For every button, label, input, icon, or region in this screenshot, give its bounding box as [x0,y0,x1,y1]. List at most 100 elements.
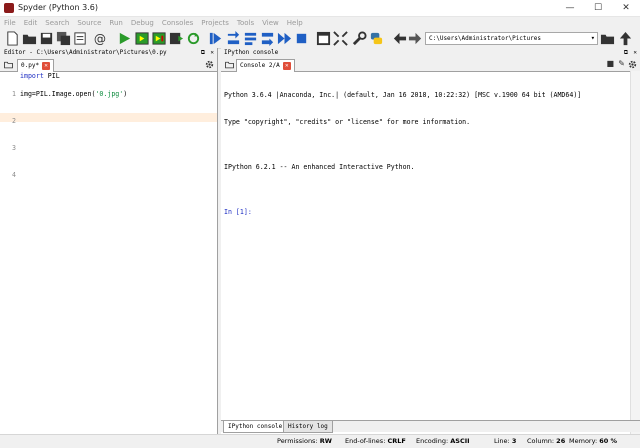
fullscreen-icon[interactable] [333,31,348,46]
window-title: Spyder (Python 3.6) [18,3,98,12]
line-number: 4 [12,171,16,179]
status-value: CRLF [387,437,406,445]
step-into-icon[interactable] [243,31,258,46]
menu-consoles[interactable]: Consoles [158,17,197,29]
status-label: Memory: [569,437,598,445]
editor-title: Editor - C:\Users\Administrator\Pictures… [4,49,167,56]
menu-source[interactable]: Source [73,17,105,29]
run-cell-advance-icon[interactable] [152,31,167,46]
status-memory: Memory: 60 % [569,435,617,448]
line-number: 1 [12,90,16,98]
console-scrollbar[interactable] [630,71,640,434]
menu-projects[interactable]: Projects [197,17,233,29]
run-selection-icon[interactable] [169,31,184,46]
menu-run[interactable]: Run [105,17,126,29]
console-line: Python 3.6.4 |Anaconda, Inc.| (default, … [224,91,582,99]
close-window-button[interactable]: ✕ [612,0,640,17]
console-line: IPython 6.2.1 -- An enhanced Interactive… [224,163,415,171]
maximize-button[interactable]: ☐ [584,0,612,17]
tab-label: Console 2/A [240,62,280,69]
menu-help[interactable]: Help [283,17,307,29]
email-icon[interactable]: @ [92,31,107,46]
keyword: import [20,72,44,80]
run-icon[interactable] [117,31,132,46]
status-eol: End-of-lines: CRLF [345,435,406,448]
browse-tabs-icon[interactable] [225,60,234,69]
status-label: Column: [527,437,555,445]
minimize-button[interactable]: — [556,0,584,17]
undock-icon[interactable]: ⧉ [201,48,205,58]
console-header: IPython console ⧉ ✕ [221,48,640,58]
status-label: Encoding: [416,437,449,445]
spyder-logo-icon [4,3,14,13]
code-text: img=PIL.Image.open( [20,90,96,98]
step-return-icon[interactable] [260,31,275,46]
browse-tabs-icon[interactable] [4,60,13,69]
tab-0-py[interactable]: 0.py* ✕ [17,59,55,72]
code-text: PIL [43,72,60,80]
preferences-icon[interactable] [352,31,367,46]
open-folder-icon[interactable] [22,31,37,46]
tab-ipython-console[interactable]: IPython console [223,421,288,433]
menu-debug[interactable]: Debug [127,17,158,29]
working-directory-input[interactable]: C:\Users\Administrator\Pictures ▾ [425,32,598,45]
clear-console-icon[interactable]: ✎ [618,59,625,68]
gear-icon[interactable] [628,60,637,69]
menu-file[interactable]: File [0,17,20,29]
stop-debug-icon[interactable] [294,31,309,46]
browse-folder-icon[interactable] [600,31,615,46]
python-path-icon[interactable] [369,31,384,46]
status-bar: Permissions: RW End-of-lines: CRLF Encod… [0,434,640,448]
line-number: 2 [12,117,16,125]
chevron-down-icon[interactable]: ▾ [591,33,595,44]
tab-label: 0.py* [21,62,40,69]
editor-pane: Editor - C:\Users\Administrator\Pictures… [0,48,218,434]
status-value: 3 [511,437,517,445]
line-number: 3 [12,144,16,152]
status-value: 60 % [599,437,618,445]
delete-icon[interactable] [73,31,88,46]
console-prompt: In [1]: [224,208,252,216]
menu-edit[interactable]: Edit [20,17,42,29]
status-permissions: Permissions: RW [277,435,332,448]
close-tab-icon[interactable]: ✕ [282,61,291,70]
console-tab-bar: Console 2/A ✕ ■ ✎ [221,58,640,72]
console-output[interactable]: Python 3.6.4 |Anaconda, Inc.| (default, … [224,73,624,235]
code-line[interactable]: img=PIL.Image.open('0.jpg') [20,90,218,99]
svg-text:@: @ [94,32,106,46]
close-tab-icon[interactable]: ✕ [42,61,51,70]
tab-history-log[interactable]: History log [283,421,333,433]
continue-icon[interactable] [277,31,292,46]
close-pane-icon[interactable]: ✕ [633,48,637,58]
tab-console-2a[interactable]: Console 2/A ✕ [236,59,295,72]
line-number-gutter: 1 2 3 4 [0,72,16,198]
step-icon[interactable] [226,31,241,46]
status-encoding: Encoding: ASCII [416,435,470,448]
gear-icon[interactable] [205,60,214,69]
menu-search[interactable]: Search [41,17,73,29]
close-pane-icon[interactable]: ✕ [210,48,214,58]
debug-icon[interactable] [208,31,223,46]
undock-icon[interactable]: ⧉ [624,48,628,58]
menu-view[interactable]: View [258,17,283,29]
status-value: ASCII [450,437,470,445]
rerun-icon[interactable] [186,31,201,46]
console-pane: IPython console ⧉ ✕ Console 2/A ✕ ■ ✎ Pyt… [221,48,640,434]
stop-kernel-icon[interactable]: ■ [606,59,614,68]
code-line[interactable]: import PIL [20,72,218,81]
console-title: IPython console [224,49,279,56]
maximize-pane-icon[interactable] [316,31,331,46]
menu-tools[interactable]: Tools [233,17,258,29]
working-directory-path: C:\Users\Administrator\Pictures [429,35,541,42]
run-cell-icon[interactable] [135,31,150,46]
console-line: Type "copyright", "credits" or "license"… [224,118,471,126]
title-bar: Spyder (Python 3.6) — ☐ ✕ [0,0,640,17]
status-label: End-of-lines: [345,437,386,445]
new-file-icon[interactable] [5,31,20,46]
parent-dir-icon[interactable] [618,31,633,46]
back-arrow-icon[interactable] [392,31,407,46]
save-icon[interactable] [39,31,54,46]
save-all-icon[interactable] [56,31,71,46]
forward-arrow-icon[interactable] [408,31,423,46]
editor-tab-bar: 0.py* ✕ [0,58,217,72]
